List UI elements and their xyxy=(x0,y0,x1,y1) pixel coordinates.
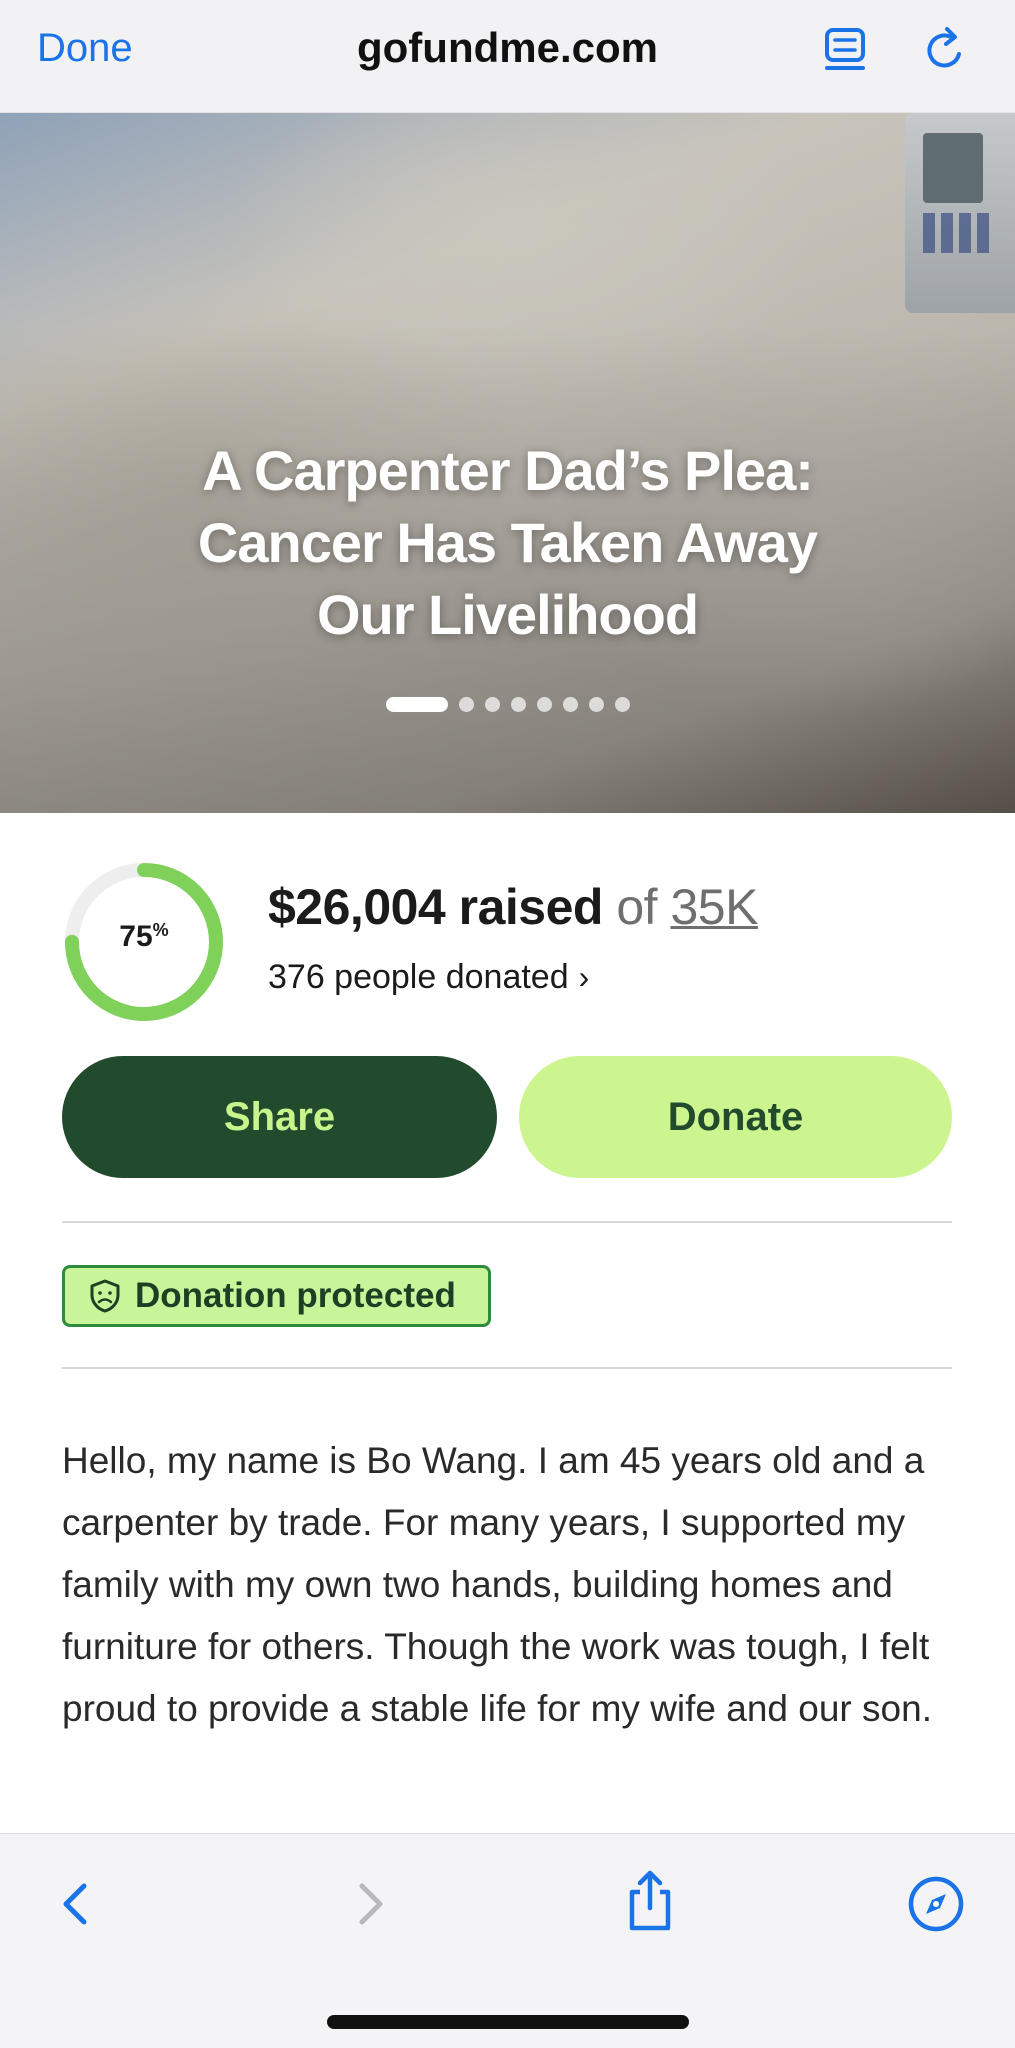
story-text: Hello, my name is Bo Wang. I am 45 years… xyxy=(62,1440,932,1729)
donate-button[interactable]: Donate xyxy=(519,1056,952,1178)
carousel-dot[interactable] xyxy=(562,697,578,712)
progress-percent: 75% xyxy=(119,920,169,953)
back-icon[interactable] xyxy=(48,1874,108,1934)
divider xyxy=(62,1367,952,1369)
carousel-dot[interactable] xyxy=(510,697,526,712)
shield-icon xyxy=(90,1279,120,1313)
home-indicator xyxy=(327,2015,689,2029)
carousel-dot[interactable] xyxy=(536,697,552,712)
badge-label: Donation protected xyxy=(135,1276,456,1315)
share-button[interactable]: Share xyxy=(62,1056,497,1178)
hero-image[interactable]: A Carpenter Dad’s Plea: Cancer Has Taken… xyxy=(0,113,1015,813)
raised-summary: $26,004 raised of 35K xyxy=(268,878,758,936)
donors-link[interactable]: 376 people donated › xyxy=(268,958,589,997)
chevron-right-icon: › xyxy=(578,959,590,995)
reader-list-icon[interactable] xyxy=(821,24,869,76)
browser-bottom-toolbar xyxy=(0,1833,1015,2048)
carousel-dot[interactable] xyxy=(458,697,474,712)
raised-amount: $26,004 raised xyxy=(268,879,603,935)
carousel-dot-active[interactable] xyxy=(385,697,448,712)
reload-icon[interactable] xyxy=(921,24,969,76)
share-icon[interactable] xyxy=(620,1868,680,1931)
donors-count: 376 people donated xyxy=(268,958,569,996)
compass-icon[interactable] xyxy=(906,1874,966,1934)
donation-protected-badge[interactable]: Donation protected xyxy=(62,1265,491,1327)
browser-top-bar: Done gofundme.com xyxy=(0,0,1015,113)
carousel-dot[interactable] xyxy=(484,697,500,712)
progress-ring: 75% xyxy=(60,858,228,1026)
raised-of: of xyxy=(616,879,658,935)
campaign-title: A Carpenter Dad’s Plea: Cancer Has Taken… xyxy=(197,439,818,646)
carousel-dot[interactable] xyxy=(588,697,604,712)
goal-link[interactable]: 35K xyxy=(670,879,758,935)
carousel-dots[interactable] xyxy=(0,697,1015,712)
forward-icon[interactable] xyxy=(338,1874,398,1934)
divider xyxy=(62,1221,952,1223)
carousel-dot[interactable] xyxy=(614,697,630,712)
page: Done gofundme.com A Carpenter Dad’s Plea… xyxy=(0,0,1015,2048)
